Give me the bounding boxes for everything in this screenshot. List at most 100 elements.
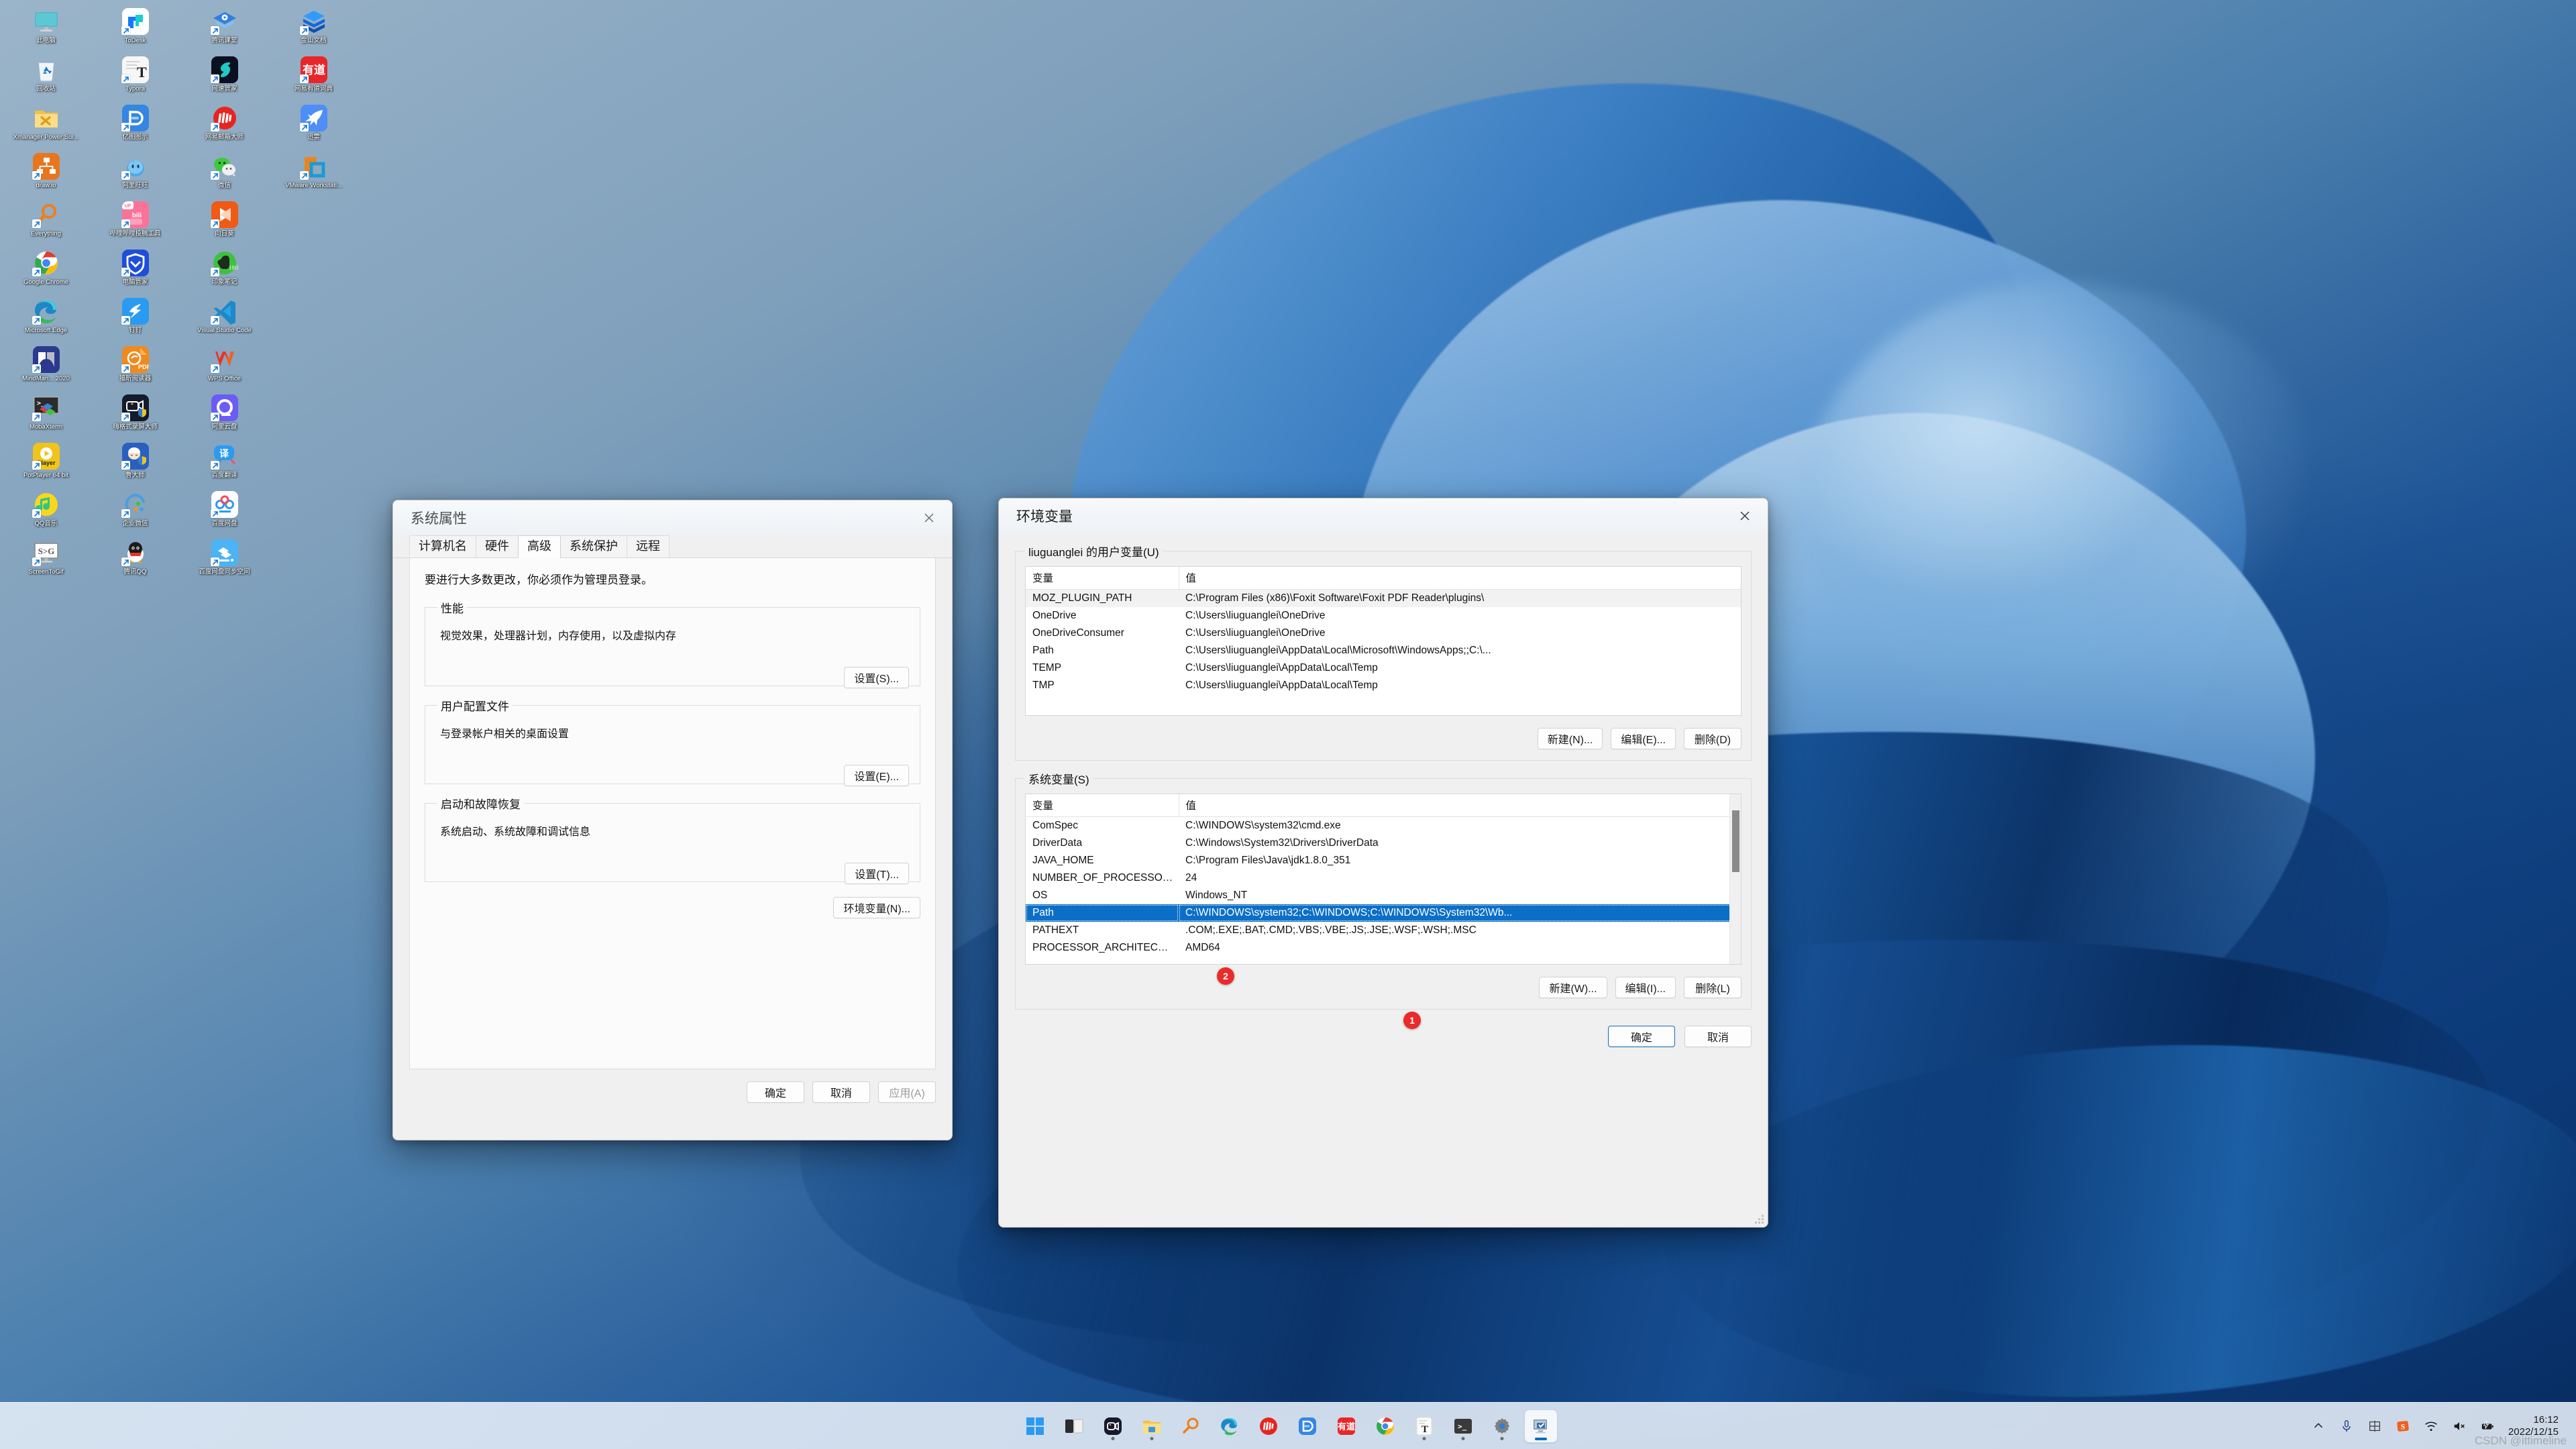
sogou-input-icon[interactable]: S xyxy=(2389,1410,2417,1442)
taskbar-item-netease-mail[interactable] xyxy=(1252,1410,1285,1442)
table-row[interactable]: TEMP C:\Users\liuguanglei\AppData\Local\T… xyxy=(1026,659,1741,677)
env-ok-button[interactable]: 确定 xyxy=(1608,1026,1675,1047)
microphone-icon[interactable] xyxy=(2332,1410,2361,1442)
table-row[interactable]: NUMBER_OF_PROCESSORS 24 xyxy=(1026,869,1741,887)
desktop-icon[interactable]: 阿里云盘 xyxy=(180,392,269,440)
user-profiles-settings-button[interactable]: 设置(E)... xyxy=(844,765,909,786)
desktop-icon[interactable]: Xmanager Power Sui... xyxy=(1,102,91,150)
table-row[interactable]: OS Windows_NT xyxy=(1026,887,1741,904)
desktop-icon[interactable]: 微信 xyxy=(180,150,269,199)
system-properties-titlebar[interactable]: 系统属性 xyxy=(393,500,952,535)
taskbar-item-youdao-dict[interactable]: 有道 xyxy=(1330,1410,1362,1442)
clock[interactable]: 16:12 2022/12/15 xyxy=(2504,1414,2565,1438)
desktop-icon[interactable]: T Typora xyxy=(91,54,180,102)
close-icon[interactable] xyxy=(906,500,952,535)
desktop-icon[interactable]: 企业微信 xyxy=(91,488,180,537)
system-new-button[interactable]: 新建(W)... xyxy=(1539,977,1607,998)
desktop-icon[interactable]: Everything xyxy=(1,199,91,247)
desktop-icon[interactable]: PDF 福昕阅读器 xyxy=(91,343,180,392)
user-new-button[interactable]: 新建(N)... xyxy=(1537,728,1603,749)
desktop-icon[interactable]: 有道 网易有道词典 xyxy=(269,54,358,102)
desktop-icon[interactable]: 电脑管家 xyxy=(91,247,180,295)
scrollbar-thumb[interactable] xyxy=(1732,810,1739,872)
taskbar-item-typora[interactable]: T xyxy=(1408,1410,1440,1442)
desktop-icon[interactable]: 百度网盘同步空间 xyxy=(180,537,269,585)
taskbar-item-google-chrome[interactable] xyxy=(1369,1410,1401,1442)
tab-remote[interactable]: 远程 xyxy=(627,535,669,557)
tab-hardware[interactable]: 硬件 xyxy=(476,535,519,557)
taskbar-item-terminal[interactable]: >_ xyxy=(1447,1410,1479,1442)
table-row[interactable]: TMP C:\Users\liuguanglei\AppData\Local\Te… xyxy=(1026,677,1741,694)
taskbar-item-file-explorer[interactable] xyxy=(1136,1410,1168,1442)
taskbar-item-system-properties[interactable] xyxy=(1525,1409,1557,1442)
ime-chinese-icon[interactable] xyxy=(2361,1410,2389,1442)
desktop-icon[interactable]: 腾讯课堂 xyxy=(180,5,269,54)
desktop-icon[interactable]: MindMan... 2020 xyxy=(1,343,91,392)
table-row[interactable]: JAVA_HOME C:\Program Files\Java\jdk1.8.0_… xyxy=(1026,852,1741,869)
resize-grip-icon[interactable] xyxy=(1755,1215,1764,1224)
env-cancel-button[interactable]: 取消 xyxy=(1684,1026,1752,1047)
environment-variables-button[interactable]: 环境变量(N)... xyxy=(833,897,920,918)
desktop-icon[interactable]: ToDesk xyxy=(91,5,180,54)
desktop-icon[interactable]: 译百度翻译 xyxy=(180,440,269,488)
cancel-button[interactable]: 取消 xyxy=(812,1081,870,1103)
tab-computer-name[interactable]: 计算机名 xyxy=(409,535,476,557)
desktop-icon[interactable]: 腾讯QQ xyxy=(91,537,180,585)
desktop-icon[interactable]: 百度网盘 xyxy=(180,488,269,537)
tab-advanced[interactable]: 高级 xyxy=(518,535,561,558)
desktop-icon[interactable]: 钉钉 xyxy=(91,295,180,343)
taskbar-item-microsoft-edge[interactable] xyxy=(1214,1410,1246,1442)
desktop-icon[interactable]: 嗨格式录屏大师 xyxy=(91,392,180,440)
table-row[interactable]: OneDriveConsumer C:\Users\liuguanglei\One… xyxy=(1026,625,1741,642)
desktop-icon[interactable]: 向日葵 xyxy=(180,199,269,247)
system-edit-button[interactable]: 编辑(I)... xyxy=(1615,977,1676,998)
desktop-icon[interactable]: QQ音乐 xyxy=(1,488,91,537)
taskbar-item-settings[interactable] xyxy=(1486,1410,1518,1442)
table-row[interactable]: MOZ_PLUGIN_PATH C:\Program Files (x86)\Fo… xyxy=(1026,589,1741,607)
desktop[interactable]: 此电脑 ToDesk 腾讯课堂 金山文档回收站 T Typora 网速管家 有道 网易有道词典 X… xyxy=(0,0,2576,1449)
desktop-icon[interactable]: 网易邮箱大师 xyxy=(180,102,269,150)
taskbar-item-task-view-button[interactable] xyxy=(1058,1410,1090,1442)
system-properties-tabs[interactable]: 计算机名 硬件 高级 系统保护 远程 xyxy=(393,535,952,558)
desktop-icon[interactable]: VMware Workstati... xyxy=(269,150,358,199)
table-row[interactable]: PATHEXT .COM;.EXE;.BAT;.CMD;.VBS;.VBE;.JS… xyxy=(1026,922,1741,939)
desktop-icon[interactable]: 此电脑 xyxy=(1,5,91,54)
user-variables-table-wrap[interactable]: 变量 值 MOZ_PLUGIN_PATH C:\Program Files (x8… xyxy=(1025,566,1741,716)
user-delete-button[interactable]: 删除(D) xyxy=(1684,728,1741,749)
desktop-icon[interactable]: Player PotPlayer 64 bit xyxy=(1,440,91,488)
desktop-icon[interactable]: 10th 印象笔记 xyxy=(180,247,269,295)
desktop-icon[interactable]: 阿里旺旺 xyxy=(91,150,180,199)
taskbar-item-everything-search[interactable] xyxy=(1175,1410,1207,1442)
taskbar-item-tencent-meeting[interactable] xyxy=(1097,1410,1129,1442)
taskbar-item-start-button[interactable] xyxy=(1019,1410,1051,1442)
desktop-icon[interactable]: >_ MobaXterm xyxy=(1,392,91,440)
user-edit-button[interactable]: 编辑(E)... xyxy=(1611,728,1676,749)
desktop-icon[interactable]: draw.io xyxy=(1,150,91,199)
desktop-icon[interactable]: 回收站 xyxy=(1,54,91,102)
desktop-icon[interactable]: UP bili 哔哩哔哩投稿工具 xyxy=(91,199,180,247)
system-delete-button[interactable]: 删除(L) xyxy=(1684,977,1741,998)
table-row[interactable]: OneDrive C:\Users\liuguanglei\OneDrive xyxy=(1026,607,1741,625)
desktop-icon[interactable]: 迅雷 xyxy=(269,102,358,150)
battery-charging-icon[interactable] xyxy=(2473,1410,2502,1442)
taskbar[interactable]: 有道 T >_ S 16:12 2022/12/15 CSDN @ittimelin… xyxy=(0,1402,2576,1449)
desktop-icon[interactable]: Google Chrome xyxy=(1,247,91,295)
taskbar-center-group[interactable]: 有道 T >_ xyxy=(1019,1403,1557,1449)
desktop-icon[interactable]: 金山文档 xyxy=(269,5,358,54)
table-row[interactable]: ComSpec C:\WINDOWS\system32\cmd.exe xyxy=(1026,817,1741,835)
desktop-icon[interactable]: Microsoft Edge xyxy=(1,295,91,343)
taskbar-item-edraw[interactable] xyxy=(1291,1410,1324,1442)
desktop-icon[interactable]: 网速管家 xyxy=(180,54,269,102)
performance-settings-button[interactable]: 设置(S)... xyxy=(844,667,909,688)
system-variables-table-wrap[interactable]: 变量 值 ComSpec C:\WINDOWS\system32\cmd.exe D… xyxy=(1025,794,1741,965)
desktop-icon[interactable]: 亿图图示 xyxy=(91,102,180,150)
volume-muted-icon[interactable] xyxy=(2445,1410,2473,1442)
table-row[interactable]: PROCESSOR_ARCHITECTURE AMD64 xyxy=(1026,939,1741,957)
environment-variables-titlebar[interactable]: 环境变量 xyxy=(999,498,1768,533)
tab-system-protection[interactable]: 系统保护 xyxy=(560,535,627,557)
desktop-icon[interactable]: 鲁大师 xyxy=(91,440,180,488)
close-icon[interactable] xyxy=(1722,498,1768,533)
network-wifi-icon[interactable] xyxy=(2417,1410,2445,1442)
system-tray[interactable]: S xyxy=(2304,1410,2504,1442)
table-row[interactable]: Path C:\Users\liuguanglei\AppData\Local\M… xyxy=(1026,642,1741,659)
